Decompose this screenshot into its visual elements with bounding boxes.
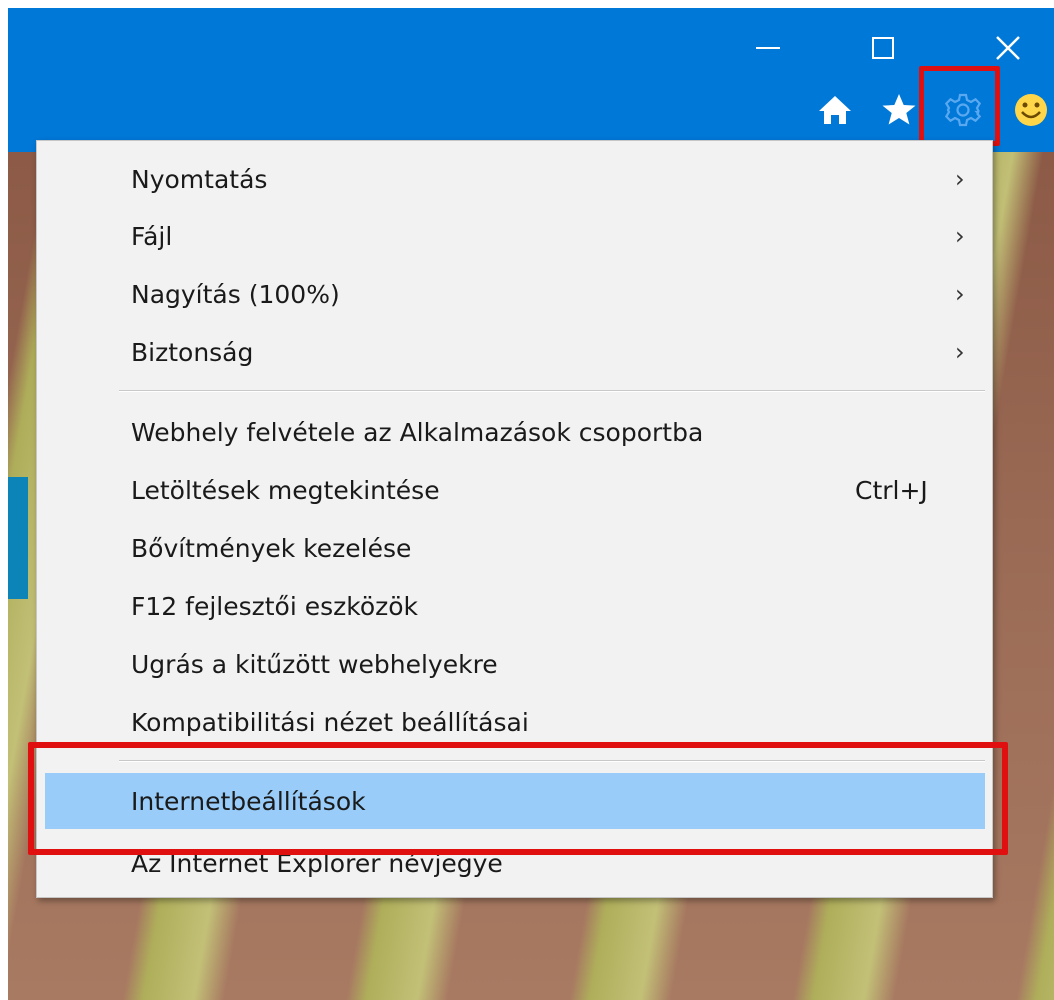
menu-item-manage-addons[interactable]: Bővítmények kezelése — [45, 520, 985, 576]
page-side-tab — [8, 477, 28, 599]
menu-item-label: Biztonság — [131, 337, 254, 367]
menu-item-label: Letöltések megtekintése — [131, 475, 440, 505]
menu-item-add-site-to-apps[interactable]: Webhely felvétele az Alkalmazások csopor… — [45, 404, 985, 460]
maximize-button[interactable] — [863, 28, 903, 68]
menu-item-label: Kompatibilitási nézet beállításai — [131, 707, 529, 737]
chevron-right-icon: › — [955, 222, 965, 250]
menu-separator — [119, 390, 985, 392]
close-icon — [996, 36, 1020, 60]
internet-options-annotation-box — [28, 742, 1008, 855]
chevron-right-icon: › — [955, 165, 965, 193]
menu-item-label: Nyomtatás — [131, 164, 268, 194]
menu-item-label: F12 fejlesztői eszközök — [131, 591, 419, 621]
favorites-star-icon[interactable] — [876, 87, 922, 133]
menu-item-pinned-sites[interactable]: Ugrás a kitűzött webhelyekre — [45, 636, 985, 692]
minimize-button[interactable] — [748, 28, 788, 68]
menu-item-security[interactable]: Biztonság › — [45, 324, 985, 380]
menu-item-view-downloads[interactable]: Letöltések megtekintése Ctrl+J — [45, 462, 985, 518]
menu-item-label: Nagyítás (100%) — [131, 279, 340, 309]
smiley-icon[interactable] — [1008, 87, 1054, 133]
browser-titlebar — [8, 8, 1054, 152]
menu-item-label: Ugrás a kitűzött webhelyekre — [131, 649, 498, 679]
chevron-right-icon: › — [955, 338, 965, 366]
menu-item-label: Fájl — [131, 221, 173, 251]
menu-item-f12-devtools[interactable]: F12 fejlesztői eszközök — [45, 578, 985, 634]
menu-item-label: Bővítmények kezelése — [131, 533, 412, 563]
menu-item-zoom[interactable]: Nagyítás (100%) › — [45, 266, 985, 322]
menu-item-print[interactable]: Nyomtatás › — [45, 151, 985, 207]
close-button[interactable] — [988, 28, 1028, 68]
chevron-right-icon: › — [955, 280, 965, 308]
home-icon[interactable] — [812, 87, 858, 133]
menu-item-file[interactable]: Fájl › — [45, 208, 985, 264]
gear-annotation-box — [919, 66, 1000, 146]
menu-item-label: Webhely felvétele az Alkalmazások csopor… — [131, 417, 704, 447]
menu-item-shortcut: Ctrl+J — [855, 475, 928, 505]
